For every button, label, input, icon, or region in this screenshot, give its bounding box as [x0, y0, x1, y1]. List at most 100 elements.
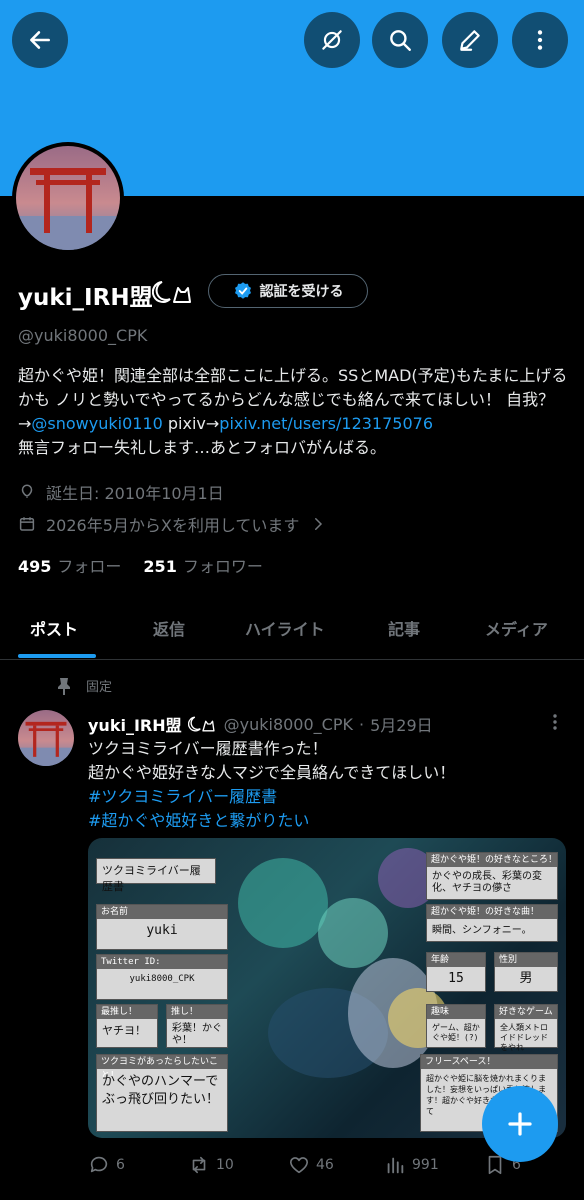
cat-moon-emoji-icon [151, 278, 196, 310]
heart-icon [289, 1157, 309, 1174]
calendar-icon [19, 517, 35, 531]
post-date[interactable]: 5月29日 [370, 712, 433, 736]
profile-avatar[interactable] [12, 142, 124, 254]
resume-name-card: お名前 yuki [96, 904, 228, 950]
profile-name: yuki_IRH盟 [18, 285, 153, 311]
card-value: yuki [146, 923, 178, 938]
post-handle[interactable]: @yuki8000_CPK [224, 715, 353, 734]
card-value: 全人類メトロイドドレッドをやれ [500, 1023, 548, 1052]
card-value: 瞬間、シンフォニー。 [432, 925, 532, 936]
card-value: ゲーム、超かぐや姫！(?) [432, 1023, 480, 1042]
reply-button[interactable]: 6 [88, 1154, 125, 1176]
card-value: 15 [448, 971, 464, 986]
tab-highlights[interactable]: ハイライト [245, 616, 325, 640]
post-hashtag[interactable]: #超かぐや姫好きと繋がりたい [88, 809, 568, 833]
edit-icon [460, 30, 480, 51]
post-media-image[interactable]: ツクヨミライバー履歴書 お名前 yuki Twitter ID: yuki800… [88, 838, 566, 1138]
following-link[interactable]: 495 フォロー [18, 553, 121, 577]
resume-title: ツクヨミライバー履歴書 [102, 864, 201, 893]
repost-button[interactable]: 10 [188, 1154, 234, 1176]
card-label: 性別 [495, 953, 557, 967]
resume-oshi-card: 最推し！ ヤチヨ！ [96, 1004, 158, 1048]
resume-gender-card: 性別 男 [494, 952, 558, 992]
profile-handle: @yuki8000_CPK [18, 326, 148, 345]
post-actions: 6 10 46 991 6 [88, 1154, 568, 1178]
resume-wish-card: ツクヨミがあったらしたいこと！ かぐやのハンマーでぶっ飛び回りたい！ [96, 1054, 228, 1132]
card-value: 男 [519, 971, 533, 986]
card-label: 趣味 [427, 1005, 485, 1019]
resume-oshi2-card: 推し！ 彩葉！かぐや！ [166, 1004, 228, 1048]
card-label: Twitter ID: [97, 955, 227, 969]
birthday-text: 誕生日: 2010年10月1日 [46, 484, 224, 503]
joined-text: 2026年5月からXを利用しています [46, 516, 300, 535]
tab-replies[interactable]: 返信 [153, 616, 185, 640]
post-line: 超かぐや姫好きな人マジで全員絡んできてほしい！ [88, 763, 456, 782]
back-arrow-icon [30, 31, 50, 49]
edit-button[interactable] [442, 12, 498, 68]
more-vertical-icon [553, 714, 557, 730]
card-label: フリースペース！ [421, 1055, 557, 1069]
cat-moon-emoji-icon [187, 716, 215, 732]
card-label: 推し！ [167, 1005, 227, 1019]
card-label: 最推し！ [97, 1005, 157, 1019]
card-value: ヤチヨ！ [102, 1024, 146, 1037]
card-label: 好きなゲーム [495, 1005, 557, 1019]
post-hashtag[interactable]: #ツクヨミライバー履歴書 [88, 785, 568, 809]
card-label: 年齢 [427, 953, 485, 967]
joined-row[interactable]: 2026年5月からXを利用しています [18, 512, 327, 536]
repost-count: 10 [216, 1157, 234, 1173]
post-body: ツクヨミライバー履歴書作った！ 超かぐや姫好きな人マジで全員絡んできてほしい！ … [88, 737, 568, 833]
post-more-button[interactable] [547, 712, 563, 736]
card-label: ツクヨミがあったらしたいこと！ [97, 1055, 227, 1081]
birthday-row: 誕生日: 2010年10月1日 [18, 480, 224, 504]
views-chart-icon [387, 1157, 404, 1174]
post-header: yuki_IRH盟 @yuki8000_CPK · 5月29日 [88, 712, 433, 736]
hide-button[interactable] [304, 12, 360, 68]
verified-badge-icon [234, 282, 251, 299]
follow-stats: 495 フォロー 251 フォロワー [18, 553, 263, 577]
views-button[interactable]: 991 [384, 1154, 439, 1176]
resume-fav-song-card: 超かぐや姫！の好きな曲！ 瞬間、シンフォニー。 [426, 904, 558, 942]
resume-age-card: 年齢 15 [426, 952, 486, 992]
card-label: 超かぐや姫！の好きな曲！ [427, 905, 557, 919]
search-icon [390, 30, 411, 51]
post-avatar[interactable] [18, 710, 74, 766]
bokeh-light [238, 858, 328, 948]
compose-post-button[interactable] [482, 1086, 558, 1162]
back-button[interactable] [12, 12, 68, 68]
card-value: yuki8000_CPK [129, 974, 195, 984]
bio-text: pixiv→ [162, 414, 220, 433]
bio-mention-link[interactable]: @snowyuki0110 [31, 414, 162, 433]
like-count: 46 [316, 1157, 334, 1173]
resume-fav-point-card: 超かぐや姫！の好きなところ！ かぐやの成長、彩葉の変化、ヤチヨの儚さ [426, 852, 558, 900]
more-vertical-icon [537, 30, 543, 50]
post-separator: · [358, 714, 365, 734]
like-button[interactable]: 46 [288, 1154, 334, 1176]
resume-hobby-card: 趣味 ゲーム、超かぐや姫！(?) [426, 1004, 486, 1048]
pinned-label: 固定 [86, 680, 113, 695]
tab-posts[interactable]: ポスト [30, 616, 78, 640]
more-button[interactable] [512, 12, 568, 68]
eye-off-icon [322, 30, 342, 50]
tab-media[interactable]: メディア [485, 616, 548, 640]
reply-count: 6 [116, 1157, 125, 1173]
card-value: 彩葉！かぐや！ [172, 1023, 222, 1046]
bokeh-light [318, 898, 388, 968]
bio-text: 無言フォロー失礼します…あとフォロバがんばる。 [18, 438, 387, 457]
post-line: ツクヨミライバー履歴書作った！ [88, 739, 328, 758]
followers-link[interactable]: 251 フォロワー [143, 553, 262, 577]
profile-bio: 超かぐや姫！関連全部は全部ここに上げる。SSとMAD(予定)もたまに上げるかも … [18, 364, 574, 460]
views-count: 991 [412, 1157, 439, 1173]
tab-articles[interactable]: 記事 [388, 616, 420, 640]
get-verified-label: 認証を受ける [259, 284, 344, 300]
post-author[interactable]: yuki_IRH盟 [88, 712, 182, 736]
card-label: お名前 [97, 905, 227, 919]
get-verified-button[interactable]: 認証を受ける [208, 274, 368, 308]
pin-icon [58, 677, 70, 695]
resume-twitter-card: Twitter ID: yuki8000_CPK [96, 954, 228, 1000]
active-tab-indicator [18, 654, 96, 658]
bio-pixiv-link[interactable]: pixiv.net/users/123175076 [219, 414, 433, 433]
resume-game-card: 好きなゲーム 全人類メトロイドドレッドをやれ [494, 1004, 558, 1052]
search-button[interactable] [372, 12, 428, 68]
repost-icon [192, 1156, 206, 1174]
